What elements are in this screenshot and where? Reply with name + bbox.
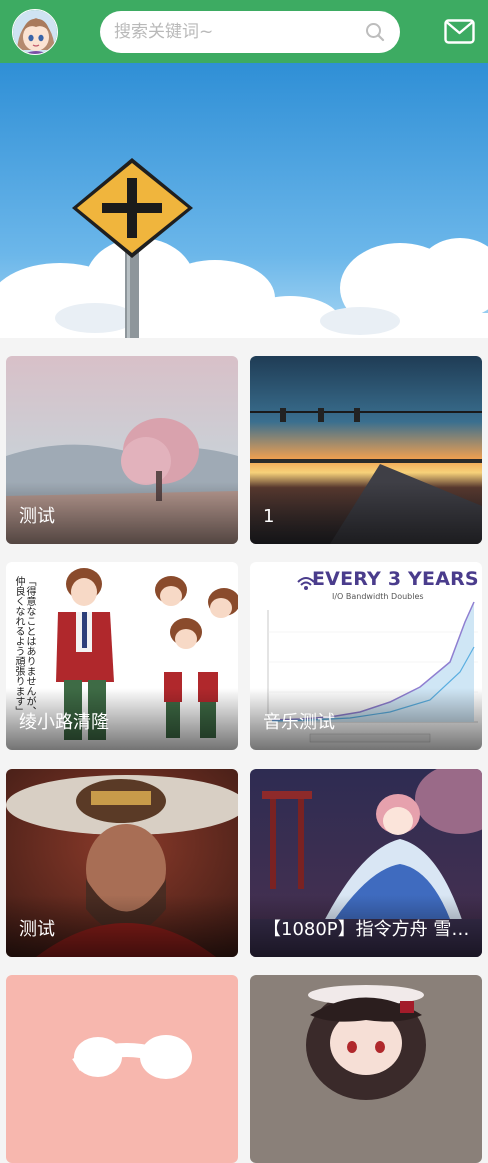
card-thumbnail <box>250 975 482 1163</box>
card-image-heading: EVERY 3 YEARS <box>312 568 479 590</box>
video-card[interactable]: 测试 <box>6 356 238 544</box>
carousel-next-icon[interactable] <box>440 291 472 323</box>
video-card[interactable]: 测试 <box>6 769 238 957</box>
card-image-subheading: I/O Bandwidth Doubles <box>332 592 424 601</box>
card-title: 【1080P】指令方舟 雪女… <box>263 919 472 940</box>
video-card[interactable]: EVERY 3 YEARS I/O Bandwidth Doubles 音乐测试 <box>250 562 482 750</box>
search-icon[interactable] <box>365 22 385 42</box>
carousel-indicator-dot[interactable] <box>28 305 38 315</box>
top-app-bar <box>0 0 488 63</box>
avatar-image <box>13 10 57 54</box>
video-card[interactable] <box>6 975 238 1163</box>
search-input[interactable] <box>114 11 354 53</box>
carousel-prev-icon[interactable] <box>390 291 422 323</box>
user-avatar[interactable] <box>12 9 58 55</box>
video-card[interactable] <box>250 975 482 1163</box>
video-card[interactable]: 「得意なことはありませんが、仲良くなれるよう頑張ります」 绫小路清隆 <box>6 562 238 750</box>
mail-icon[interactable] <box>444 19 475 44</box>
video-card[interactable]: 1 <box>250 356 482 544</box>
card-thumbnail <box>6 975 238 1163</box>
card-title: 1 <box>263 506 275 527</box>
card-title: 绫小路清隆 <box>19 712 109 733</box>
card-title: 测试 <box>19 919 55 940</box>
card-title: 音乐测试 <box>263 712 335 733</box>
video-card[interactable]: 【1080P】指令方舟 雪女… <box>250 769 482 957</box>
card-title: 测试 <box>19 506 55 527</box>
search-bar[interactable] <box>100 11 400 53</box>
